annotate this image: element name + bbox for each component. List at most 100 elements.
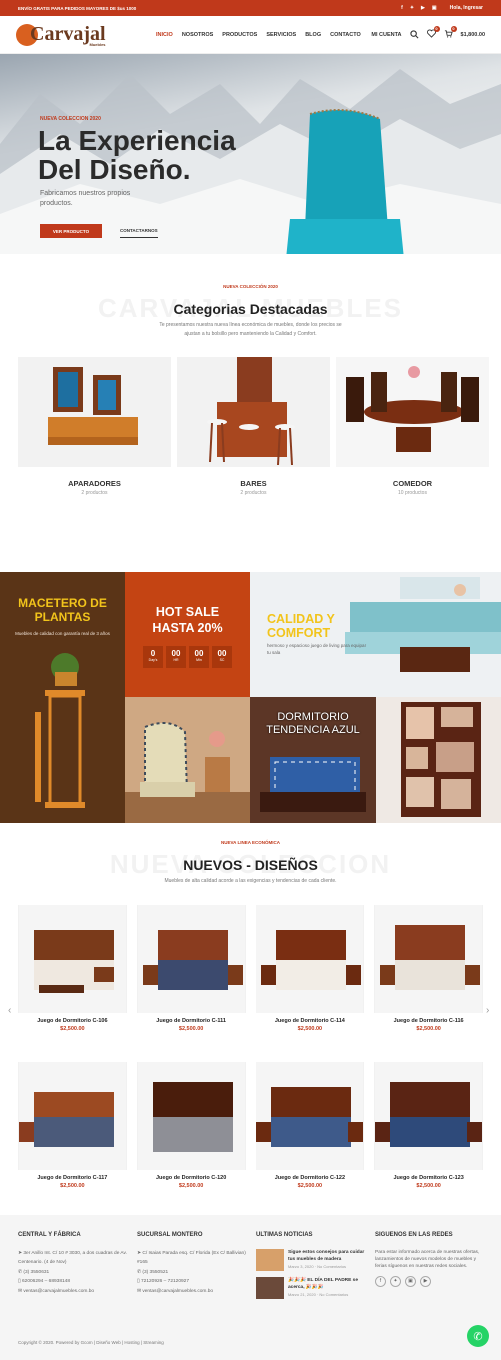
cart-total[interactable]: $1,800.00 (461, 32, 485, 38)
promo-grid: MACETERO DE PLANTAS Muebles de calidad c… (0, 572, 501, 823)
categories-subtitle: NUEVA COLECCIÓN 2020 (223, 284, 278, 289)
footer-email[interactable]: ✉ ventas@carvajalmuebles.com.bo (18, 1287, 128, 1297)
product-card[interactable]: Juego de Dormitorio C-106 $2,500.00 (18, 905, 127, 1032)
product-price: $2,500.00 (178, 1026, 204, 1032)
facebook-icon[interactable]: f (401, 5, 403, 11)
product-image[interactable] (18, 905, 127, 1013)
hero-subtitle: NUEVA COLECCION 2020 (40, 116, 101, 122)
nav-item-nosotros[interactable]: NOSOTROS (182, 32, 213, 38)
news-date: Marzo 21, 2020 (288, 1291, 316, 1297)
product-name[interactable]: Juego de Dormitorio C-111 (137, 1018, 246, 1024)
nav-item-inicio[interactable]: INICIO (156, 32, 173, 38)
account-link[interactable]: MI CUENTA (371, 32, 401, 38)
countdown-seconds: 00 SC (212, 646, 232, 668)
product-name[interactable]: Juego de Dormitorio C-116 (374, 1018, 483, 1024)
view-product-button[interactable]: VER PRODUCTO (40, 224, 102, 238)
news-title[interactable]: 🎉🎉🎉 EL DÍA DEL PADRE se acerca, 🎉🎉🎉 (288, 1277, 366, 1291)
nav-item-productos[interactable]: PRODUCTOS (222, 32, 257, 38)
news-title[interactable]: Sigue estos consejos para cuidar tus mue… (288, 1249, 366, 1263)
product-card[interactable]: Juego de Dormitorio C-114 $2,500.00 (255, 905, 365, 1032)
countdown-days: 0 Day's (143, 646, 163, 668)
product-image[interactable] (255, 905, 365, 1013)
wishlist-button[interactable]: 0 (426, 26, 440, 40)
product-image[interactable] (136, 1062, 246, 1170)
bar-illustration (207, 357, 295, 466)
footer-col-title: ULTIMAS NOTICIAS (256, 1232, 313, 1238)
product-card[interactable]: Juego de Dormitorio C-122 $2,500.00 (255, 1062, 365, 1189)
product-image[interactable] (136, 905, 246, 1013)
product-name[interactable]: Juego de Dormitorio C-122 (256, 1175, 365, 1181)
dormitorio-banner[interactable]: DORMITORIO TENDENCIA AZUL (250, 697, 376, 823)
product-card[interactable]: Juego de Dormitorio C-117 $2,500.00 (18, 1062, 127, 1189)
category-aparadores[interactable]: APARADORES 2 productos (18, 357, 171, 496)
nav-item-contacto[interactable]: CONTACTO (330, 32, 361, 38)
top-social: f ✦ ▶ ▣ Hola, Ingresar (401, 5, 483, 11)
aparador-illustration (48, 367, 138, 445)
footer-email[interactable]: ✉ ventas@carvajalmuebles.com.bo (137, 1287, 247, 1297)
product-price: $2,500.00 (178, 1183, 204, 1189)
category-list: APARADORES 2 productos BARES 2 productos (0, 357, 501, 496)
contact-link[interactable]: CONTACTARNOS (120, 224, 158, 238)
bed-illustration (18, 905, 126, 1013)
logo[interactable]: Carvajal Muebles (16, 23, 156, 47)
product-name[interactable]: Juego de Dormitorio C-117 (18, 1175, 127, 1181)
cart-button[interactable]: 0 (444, 26, 457, 40)
hotsale-banner[interactable]: HOT SALE HASTA 20% 0 Day's 00 HR 00 Min … (125, 572, 250, 697)
search-icon[interactable] (409, 30, 419, 39)
login-link[interactable]: Hola, Ingresar (450, 5, 483, 11)
news-item[interactable]: Sigue estos consejos para cuidar tus mue… (256, 1248, 366, 1271)
cart-count: 0 (450, 26, 457, 32)
product-image[interactable] (374, 1062, 483, 1170)
product-name[interactable]: Juego de Dormitorio C-106 (18, 1018, 127, 1024)
hero-description: Fabricamos nuestros propios productos. (40, 190, 131, 207)
twitter-icon[interactable]: ✦ (390, 1275, 401, 1287)
nuevos-title: NUEVOS - DISEÑOS (183, 857, 318, 873)
product-price: $2,500.00 (297, 1183, 323, 1189)
macetero-description: Muebles de calidad con garantía real de … (15, 631, 110, 636)
category-name[interactable]: APARADORES (18, 479, 171, 488)
product-image[interactable] (255, 1062, 365, 1170)
news-item[interactable]: 🎉🎉🎉 EL DÍA DEL PADRE se acerca, 🎉🎉🎉 Marz… (256, 1276, 366, 1299)
hotsale-title: HOT SALE HASTA 20% (152, 605, 223, 635)
product-card[interactable]: Juego de Dormitorio C-123 $2,500.00 (374, 1062, 483, 1189)
product-name[interactable]: Juego de Dormitorio C-123 (374, 1175, 483, 1181)
hero-title-line2: Del Diseño. (38, 154, 191, 185)
footer-col-title: SUCURSAL MONTERO (137, 1232, 203, 1238)
instagram-icon[interactable]: ▣ (405, 1275, 416, 1287)
news-comments: No Comentarios (319, 1291, 349, 1297)
countdown-unit: Min (196, 658, 202, 662)
categories-description: Te presentamos nuestra nueva línea econó… (159, 322, 342, 337)
main-nav: Carvajal Muebles INICIO NOSOTROS PRODUCT… (0, 16, 501, 54)
carousel-prev-arrow[interactable]: ‹ (8, 1005, 11, 1016)
product-name[interactable]: Juego de Dormitorio C-114 (256, 1018, 365, 1024)
product-name[interactable]: Juego de Dormitorio C-120 (137, 1175, 246, 1181)
youtube-icon[interactable]: ▶ (420, 1275, 431, 1287)
product-image[interactable] (18, 1062, 127, 1170)
youtube-icon[interactable]: ▶ (421, 5, 425, 11)
hero-banner: NUEVA COLECCION 2020 La Experiencia Del … (0, 54, 501, 254)
hero-title: La Experiencia Del Diseño. (38, 126, 236, 184)
promo-text: ENVÍO GRATIS PARA PEDIDOS MAYORES DE $us… (18, 5, 137, 11)
whatsapp-icon[interactable]: ✆ (467, 1325, 489, 1347)
category-name[interactable]: BARES (177, 479, 330, 488)
category-comedor[interactable]: COMEDOR 10 productos (336, 357, 489, 496)
nav-item-servicios[interactable]: SERVICIOS (266, 32, 296, 38)
calidad-banner[interactable]: CALIDAD Y COMFORT hermoso y espacioso ju… (250, 572, 501, 697)
carousel-next-arrow[interactable]: › (486, 1005, 489, 1016)
instagram-icon[interactable]: ▣ (432, 5, 437, 11)
facebook-icon[interactable]: f (375, 1275, 386, 1287)
product-card[interactable]: Juego de Dormitorio C-116 $2,500.00 (374, 905, 483, 1032)
product-image[interactable] (374, 905, 483, 1013)
twitter-icon[interactable]: ✦ (410, 5, 414, 11)
countdown-value: 00 (217, 649, 227, 658)
category-bares[interactable]: BARES 2 productos (177, 357, 330, 496)
category-name[interactable]: COMEDOR (336, 479, 489, 488)
product-card[interactable]: Juego de Dormitorio C-111 $2,500.00 (136, 905, 246, 1032)
nav-item-blog[interactable]: BLOG (305, 32, 321, 38)
product-card[interactable]: Juego de Dormitorio C-120 $2,500.00 (136, 1062, 246, 1189)
macetero-banner[interactable]: MACETERO DE PLANTAS Muebles de calidad c… (0, 572, 125, 823)
sillon-banner[interactable] (125, 697, 250, 823)
cuadros-banner[interactable] (376, 697, 501, 823)
product-price: $2,500.00 (416, 1183, 441, 1189)
footer-phone: ✆ (3) 3550521 (137, 1269, 169, 1275)
